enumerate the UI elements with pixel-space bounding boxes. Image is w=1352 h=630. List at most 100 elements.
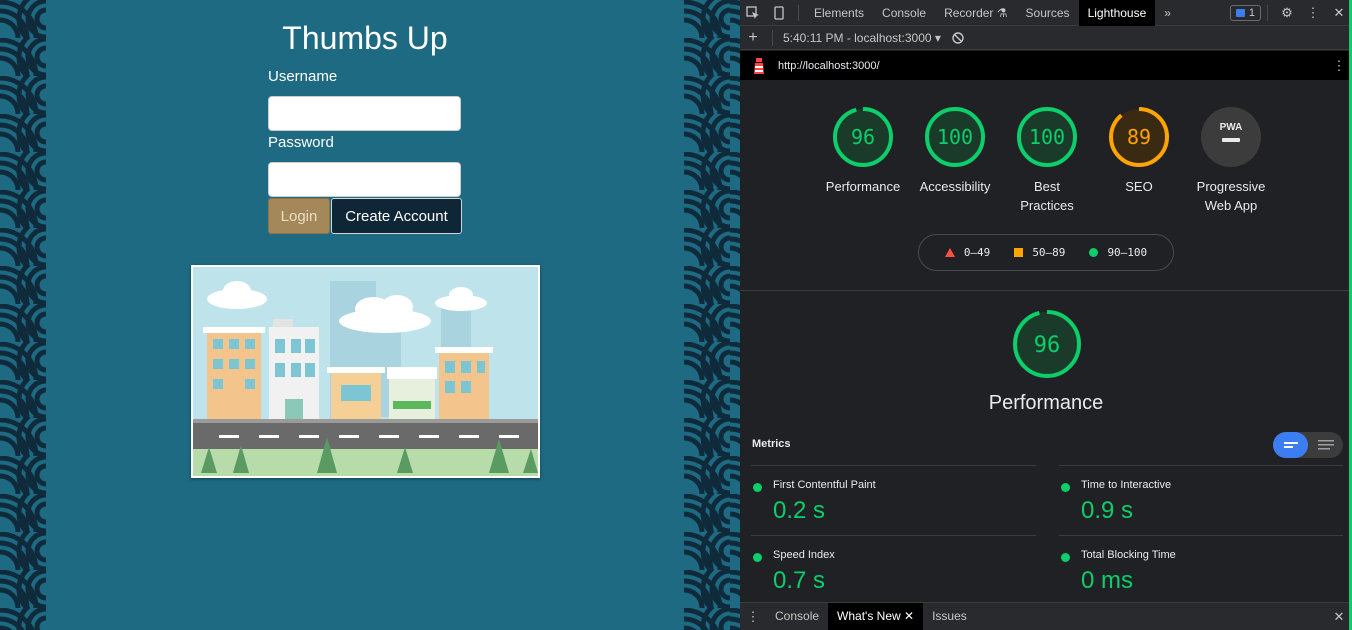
category-scores: 96 Performance 100 Accessibility 100 Bes…	[740, 80, 1352, 291]
divider	[798, 4, 799, 21]
pwa-badge-icon: PWA	[1201, 107, 1261, 167]
devtools-tabbar: Elements Console Recorder ⚗ Sources Ligh…	[740, 0, 1352, 26]
legend-fail-range: 0–49	[963, 246, 991, 259]
tab-elements[interactable]: Elements	[805, 0, 873, 26]
gauge-label: Best Practices	[1020, 179, 1074, 213]
gauge-seo[interactable]: 89 SEO	[1093, 106, 1185, 196]
square-icon	[1014, 248, 1024, 257]
inspect-element-icon[interactable]	[740, 0, 766, 26]
drawer-tab-label: What's New	[837, 609, 901, 623]
gear-icon[interactable]: ⚙	[1274, 0, 1300, 26]
tab-sources[interactable]: Sources	[1017, 0, 1079, 26]
pass-dot-icon	[1061, 553, 1070, 562]
legend-pass: 90–100	[1089, 246, 1147, 259]
report-url-bar: http://localhost:3000/ ⋮	[740, 51, 1352, 80]
drawer-menu-icon[interactable]: ⋮	[740, 604, 766, 630]
tab-recorder-label: Recorder	[944, 5, 994, 20]
performance-section: 96 Performance Metrics First Contentful …	[740, 291, 1352, 602]
tab-console[interactable]: Console	[873, 0, 935, 26]
gauge-ring: 100	[925, 107, 985, 167]
gauge-accessibility[interactable]: 100 Accessibility	[909, 106, 1001, 196]
gauge-score: 100	[937, 125, 973, 149]
lighthouse-toolbar: + 5:40:11 PM - localhost:3000 ▾	[740, 26, 1352, 50]
legend-average: 50–89	[1014, 246, 1065, 259]
legend-average-range: 50–89	[1032, 246, 1066, 259]
kebab-menu-icon[interactable]: ⋮	[1300, 0, 1326, 26]
triangle-icon	[944, 248, 955, 257]
username-input[interactable]	[268, 96, 461, 131]
report-time: 5:40:11 PM - localhost:3000	[783, 30, 932, 45]
performance-gauge: 96	[1012, 309, 1082, 384]
gauge-label: Progressive Web App	[1196, 179, 1266, 213]
new-report-icon[interactable]: +	[740, 25, 766, 51]
gauge-score: 89	[1127, 125, 1151, 149]
tab-lighthouse[interactable]: Lighthouse	[1078, 0, 1156, 26]
report-selector[interactable]: 5:40:11 PM - localhost:3000 ▾	[779, 31, 945, 45]
metrics-heading: Metrics	[752, 438, 791, 450]
login-button[interactable]: Login	[268, 198, 330, 234]
metric-first-contentful-paint: First Contentful Paint 0.2 s	[751, 465, 1036, 535]
gauge-performance[interactable]: 96 Performance	[817, 106, 909, 196]
circle-icon	[1089, 248, 1099, 257]
pass-dot-icon	[753, 483, 762, 492]
flask-icon: ⚗	[996, 5, 1008, 20]
caret-down-icon: ▾	[934, 30, 941, 45]
metric-speed-index: Speed Index 0.7 s	[751, 535, 1036, 601]
metrics-view-toggle[interactable]	[1273, 432, 1343, 458]
performance-title: Performance	[988, 392, 1104, 414]
pass-dot-icon	[1061, 483, 1070, 492]
page-title: Thumbs Up	[282, 20, 448, 56]
drawer-tab-issues[interactable]: Issues	[923, 603, 976, 630]
issues-count: 1	[1248, 6, 1255, 19]
metric-name: First Contentful Paint	[773, 479, 876, 491]
gauge-ring: 89	[1109, 107, 1169, 167]
gauge-ring: 100	[1017, 107, 1077, 167]
metric-name: Total Blocking Time	[1081, 549, 1176, 561]
issues-badge[interactable]: 1	[1229, 4, 1261, 21]
gauge-best-practices[interactable]: 100 Best Practices	[1001, 106, 1093, 215]
divider	[1267, 4, 1268, 21]
gauge-score: PWA	[1220, 122, 1243, 133]
legend-fail: 0–49	[944, 246, 991, 259]
metric-time-to-interactive: Time to Interactive 0.9 s	[1059, 465, 1343, 535]
metric-value: 0.9 s	[1081, 497, 1134, 524]
legend-pass-range: 90–100	[1107, 246, 1148, 259]
password-input[interactable]	[268, 162, 461, 197]
metric-value: 0.2 s	[773, 497, 826, 524]
create-account-button[interactable]: Create Account	[331, 198, 462, 234]
password-label: Password	[268, 134, 334, 151]
tab-recorder[interactable]: Recorder ⚗	[935, 0, 1016, 26]
divider	[772, 29, 773, 46]
report-url: http://localhost:3000/	[778, 59, 880, 72]
wave-pattern-left	[0, 0, 46, 630]
gauge-pwa[interactable]: PWA Progressive Web App	[1185, 106, 1277, 215]
metric-total-blocking-time: Total Blocking Time 0 ms	[1059, 535, 1343, 601]
devtools-panel: Elements Console Recorder ⚗ Sources Ligh…	[740, 0, 1352, 630]
devtools-drawer: ⋮ Console What's New ✕ Issues ✕	[740, 602, 1352, 630]
clear-all-icon[interactable]	[945, 25, 971, 51]
city-illustration	[191, 265, 540, 478]
drawer-tab-whats-new[interactable]: What's New ✕	[828, 603, 924, 630]
score-legend: 0–49 50–89 90–100	[918, 234, 1174, 271]
drawer-tab-console[interactable]: Console	[766, 603, 828, 630]
list-view-icon[interactable]	[1308, 432, 1343, 458]
toggle-summary-view[interactable]	[1273, 432, 1308, 458]
gauge-score: 96	[851, 125, 875, 149]
gauge-label: Accessibility	[919, 179, 991, 194]
metric-name: Time to Interactive	[1081, 479, 1172, 491]
metric-value: 0 ms	[1081, 567, 1134, 594]
message-icon	[1235, 8, 1245, 17]
pass-dot-icon	[753, 553, 762, 562]
username-label: Username	[268, 68, 338, 85]
gauge-label: SEO	[1125, 179, 1153, 194]
metric-name: Speed Index	[773, 549, 835, 561]
close-tab-icon[interactable]: ✕	[904, 609, 914, 623]
lighthouse-icon	[740, 57, 778, 75]
gauge-ring: 96	[833, 107, 893, 167]
wave-pattern-right	[684, 0, 740, 630]
metric-value: 0.7 s	[773, 567, 826, 594]
device-toolbar-icon[interactable]	[766, 0, 792, 26]
gauge-score: 100	[1029, 125, 1065, 149]
more-tabs-icon[interactable]: »	[1155, 0, 1180, 26]
gauge-label: Performance	[825, 179, 901, 194]
